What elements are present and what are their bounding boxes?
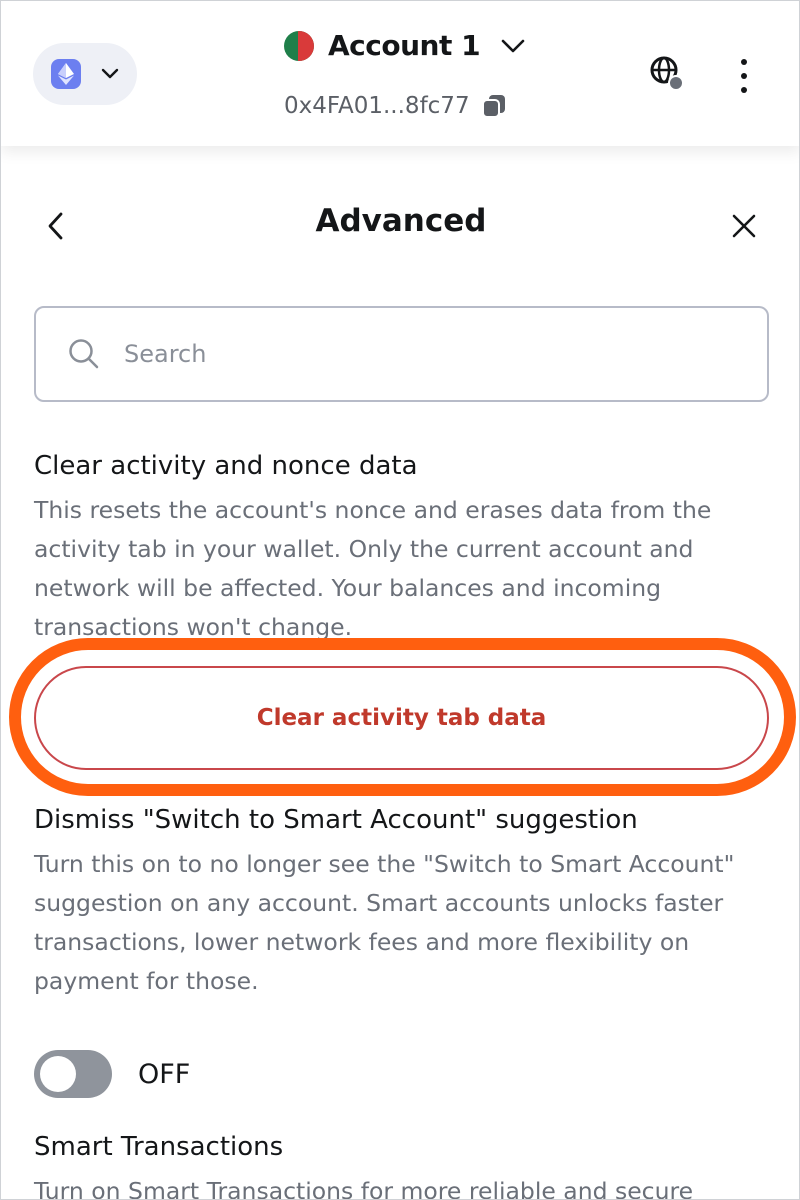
globe-icon [650,56,684,91]
smart-transactions-title: Smart Transactions [34,1132,284,1162]
dismiss-smart-account-title: Dismiss "Switch to Smart Account" sugges… [34,805,638,835]
settings-search-box[interactable] [34,306,769,402]
more-options-button[interactable] [731,59,757,93]
search-icon [69,339,99,369]
toggle-state-label: OFF [138,1058,191,1090]
dismiss-smart-account-toggle-row: OFF [34,1050,190,1098]
settings-page-header: Advanced [1,181,799,271]
app-frame: Account 1 0x4FA01...8fc77 Advanced Searc… [0,0,800,1200]
kebab-dot-icon [741,59,747,65]
smart-transactions-description: Turn on Smart Transactions for more reli… [34,1177,694,1200]
copy-icon [481,94,506,118]
app-header: Account 1 0x4FA01...8fc77 [1,1,799,146]
account-picker-button[interactable]: Account 1 [284,29,526,62]
connected-sites-button[interactable] [647,55,687,95]
account-address: 0x4FA01...8fc77 [284,93,470,119]
account-avatar-icon [284,30,314,61]
kebab-dot-icon [741,87,747,93]
clear-activity-title: Clear activity and nonce data [34,451,418,481]
search-input[interactable] [124,340,724,368]
dismiss-smart-account-description: Turn this on to no longer see the "Switc… [34,850,735,995]
dismiss-smart-account-toggle[interactable] [34,1050,112,1098]
page-title: Advanced [315,203,487,239]
account-name: Account 1 [328,29,481,62]
clear-activity-tab-data-button[interactable]: Clear activity tab data [34,666,769,770]
account-address-copy[interactable]: 0x4FA01...8fc77 [284,93,506,119]
clear-activity-button-label: Clear activity tab data [256,705,547,731]
chevron-down-icon [101,65,119,83]
kebab-dot-icon [741,73,747,79]
close-button[interactable] [729,211,759,241]
ethereum-icon [51,59,81,89]
close-icon [732,214,756,238]
network-picker-button[interactable] [33,43,137,105]
toggle-knob [40,1056,76,1092]
chevron-down-icon [500,38,526,54]
clear-activity-description: This resets the account's nonce and eras… [34,496,712,641]
